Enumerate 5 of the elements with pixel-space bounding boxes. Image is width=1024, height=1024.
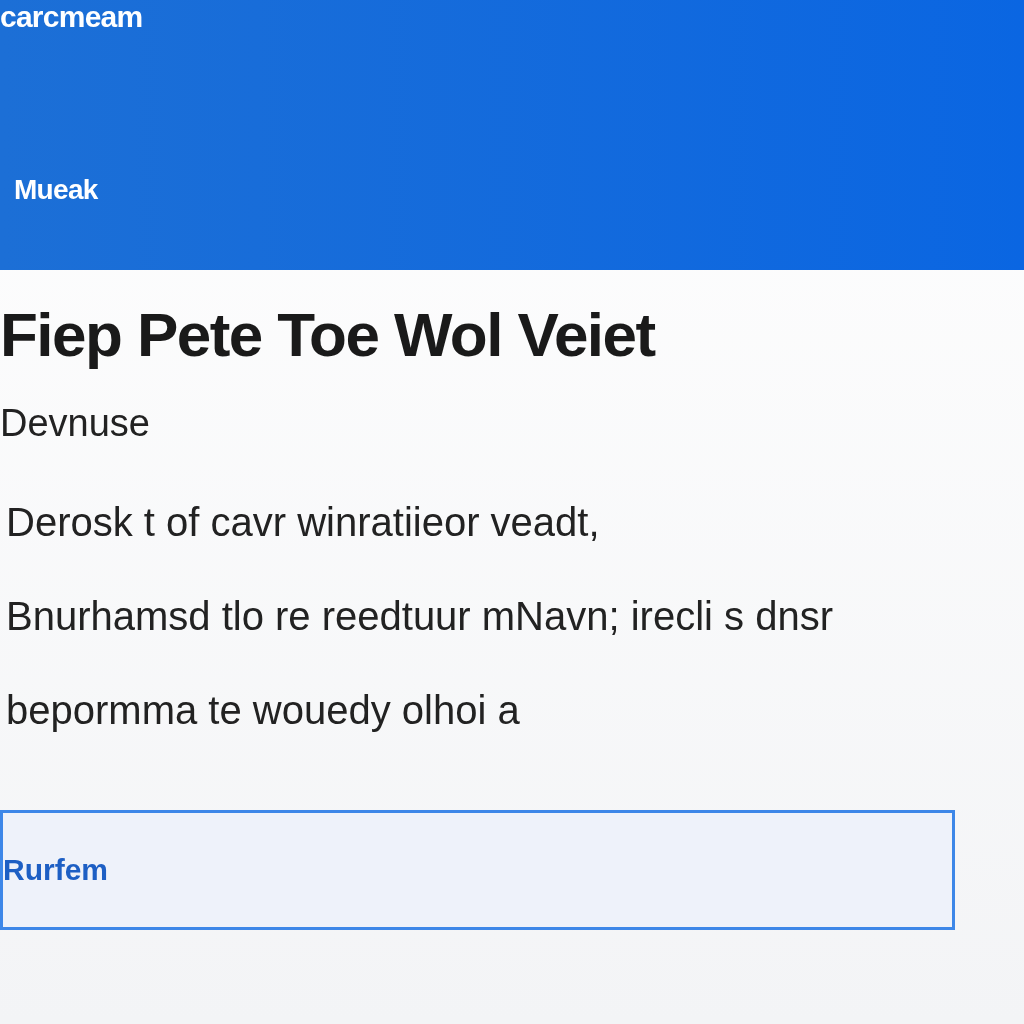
description-text: Derosk t of cavr winratiieor veadt, Bnurhamsd tlo re reedtuur mNavn; irecli s dnsr bepormma te wouedy olhoi a [6, 502, 834, 730]
brand-title: carcmeam [0, 2, 144, 32]
subheading: Devnuse [0, 404, 151, 442]
text-field[interactable]: Rurfem [0, 810, 955, 930]
header-subtitle: Mueak [14, 176, 98, 204]
